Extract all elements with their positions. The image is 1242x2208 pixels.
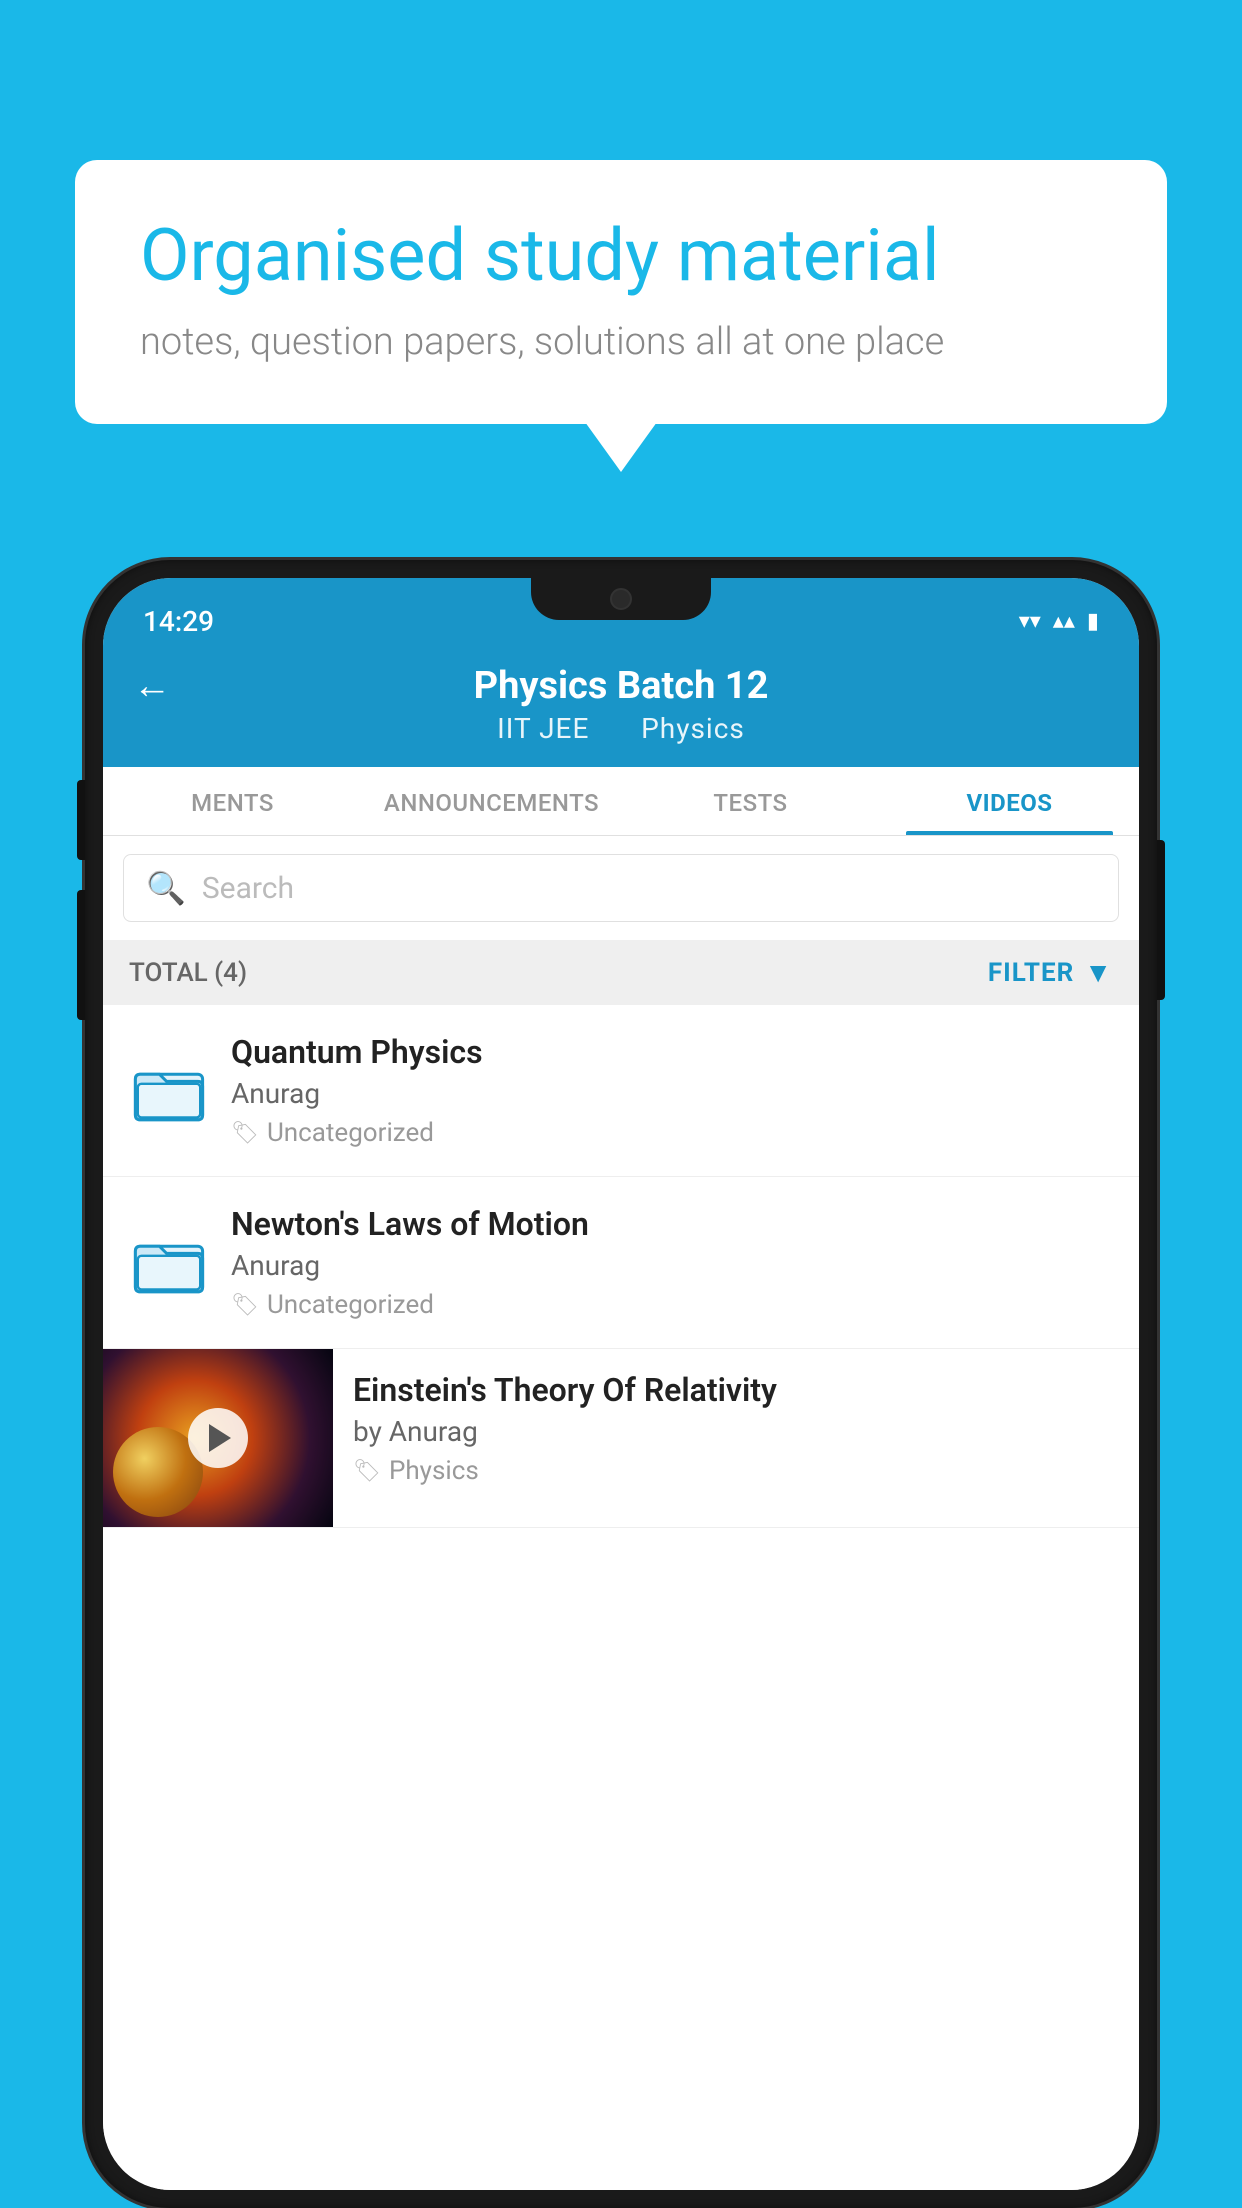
tab-ments[interactable]: MENTS [103,767,362,835]
tabs-bar: MENTS ANNOUNCEMENTS TESTS VIDEOS [103,767,1139,836]
wifi-icon: ▾▾ [1019,609,1041,634]
play-button[interactable] [188,1408,248,1468]
video-author: Anurag [231,1249,1113,1282]
tab-videos[interactable]: VIDEOS [880,767,1139,835]
video-author: Anurag [231,1077,1113,1110]
video-title: Einstein's Theory Of Relativity [353,1371,1119,1409]
filter-label: FILTER [988,958,1074,988]
speech-bubble-section: Organised study material notes, question… [75,160,1167,424]
subtitle-part1: IIT JEE [497,712,589,745]
filter-bar: TOTAL (4) FILTER ▼ [103,940,1139,1005]
tag-icon: 🏷 [231,1121,259,1146]
phone-outer-frame: 14:29 ▾▾ ▴▴ ▮ ← Physics Batch 12 IIT JEE… [85,560,1157,2208]
speech-bubble: Organised study material notes, question… [75,160,1167,424]
folder-svg [133,1227,205,1299]
battery-icon: ▮ [1087,609,1099,634]
app-header: ← Physics Batch 12 IIT JEE Physics [103,646,1139,767]
list-item[interactable]: Einstein's Theory Of Relativity by Anura… [103,1349,1139,1528]
video-info: Quantum Physics Anurag 🏷 Uncategorized [231,1033,1113,1148]
total-count: TOTAL (4) [129,958,247,988]
phone-camera [610,588,632,610]
subtitle-part2: Physics [641,712,745,745]
video-info: Newton's Laws of Motion Anurag 🏷 Uncateg… [231,1205,1113,1320]
header-row: ← Physics Batch 12 [133,664,1109,708]
video-tag: 🏷 Uncategorized [231,1290,1113,1320]
video-list: Quantum Physics Anurag 🏷 Uncategorized [103,1005,1139,2190]
tag-label: Physics [389,1456,479,1486]
phone-btn-volume-up [77,780,85,860]
tag-icon: 🏷 [353,1459,381,1484]
status-icons: ▾▾ ▴▴ ▮ [1019,609,1099,634]
filter-funnel-icon: ▼ [1084,956,1113,989]
status-time: 14:29 [143,605,214,638]
tag-icon: 🏷 [231,1293,259,1318]
speech-bubble-subtext: notes, question papers, solutions all at… [140,320,1102,364]
phone-mockup: 14:29 ▾▾ ▴▴ ▮ ← Physics Batch 12 IIT JEE… [85,560,1157,2208]
video-tag: 🏷 Physics [353,1456,1119,1486]
list-item[interactable]: Quantum Physics Anurag 🏷 Uncategorized [103,1005,1139,1177]
video-info: Einstein's Theory Of Relativity by Anura… [333,1349,1139,1508]
search-placeholder: Search [202,871,294,906]
tag-label: Uncategorized [267,1290,434,1320]
video-title: Newton's Laws of Motion [231,1205,1113,1243]
tab-tests[interactable]: TESTS [621,767,880,835]
phone-notch [531,578,711,620]
filter-button[interactable]: FILTER ▼ [988,956,1113,989]
tag-label: Uncategorized [267,1118,434,1148]
video-author: by Anurag [353,1415,1119,1448]
phone-screen: 14:29 ▾▾ ▴▴ ▮ ← Physics Batch 12 IIT JEE… [103,578,1139,2190]
phone-btn-power [1157,840,1165,1000]
search-container: 🔍 Search [103,836,1139,940]
search-icon: 🔍 [146,869,186,907]
video-folder-icon [129,1047,209,1135]
list-item[interactable]: Newton's Laws of Motion Anurag 🏷 Uncateg… [103,1177,1139,1349]
signal-icon: ▴▴ [1053,609,1075,634]
video-thumbnail [103,1349,333,1527]
video-tag: 🏷 Uncategorized [231,1118,1113,1148]
tab-announcements[interactable]: ANNOUNCEMENTS [362,767,621,835]
video-title: Quantum Physics [231,1033,1113,1071]
search-bar[interactable]: 🔍 Search [123,854,1119,922]
video-folder-icon [129,1219,209,1307]
back-button[interactable]: ← [133,664,171,708]
phone-btn-volume-down [77,890,85,1020]
speech-bubble-heading: Organised study material [140,215,1102,298]
play-triangle-icon [209,1424,231,1452]
folder-svg [133,1055,205,1127]
app-subtitle: IIT JEE Physics [487,712,755,745]
app-title: Physics Batch 12 [474,664,769,708]
